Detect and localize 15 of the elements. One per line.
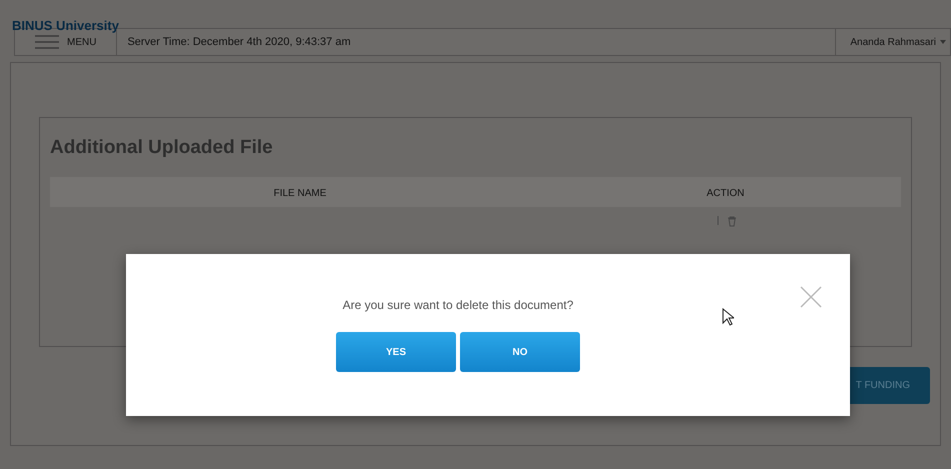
- submit-funding-button[interactable]: T FUNDING: [848, 367, 930, 404]
- menu-icon: [35, 35, 59, 49]
- dialog-message: Are you sure want to delete this document?: [342, 297, 574, 314]
- server-time: Server Time: December 4th 2020, 9:43:37 am: [127, 34, 351, 50]
- dialog-button[interactable]: NO: [460, 332, 580, 372]
- column-header: FILE NAME: [274, 188, 326, 198]
- trash-icon[interactable]: [726, 216, 736, 227]
- dialog-button[interactable]: YES: [336, 332, 456, 372]
- user-menu[interactable]: Ananda Rahmasari: [835, 29, 950, 55]
- column-header: ACTION: [706, 188, 744, 198]
- mouse-cursor-icon: [722, 308, 734, 326]
- close-button[interactable]: [800, 286, 822, 308]
- close-icon: [800, 286, 822, 308]
- caret-icon: [940, 40, 946, 44]
- section-title: Additional Uploaded File: [50, 136, 274, 160]
